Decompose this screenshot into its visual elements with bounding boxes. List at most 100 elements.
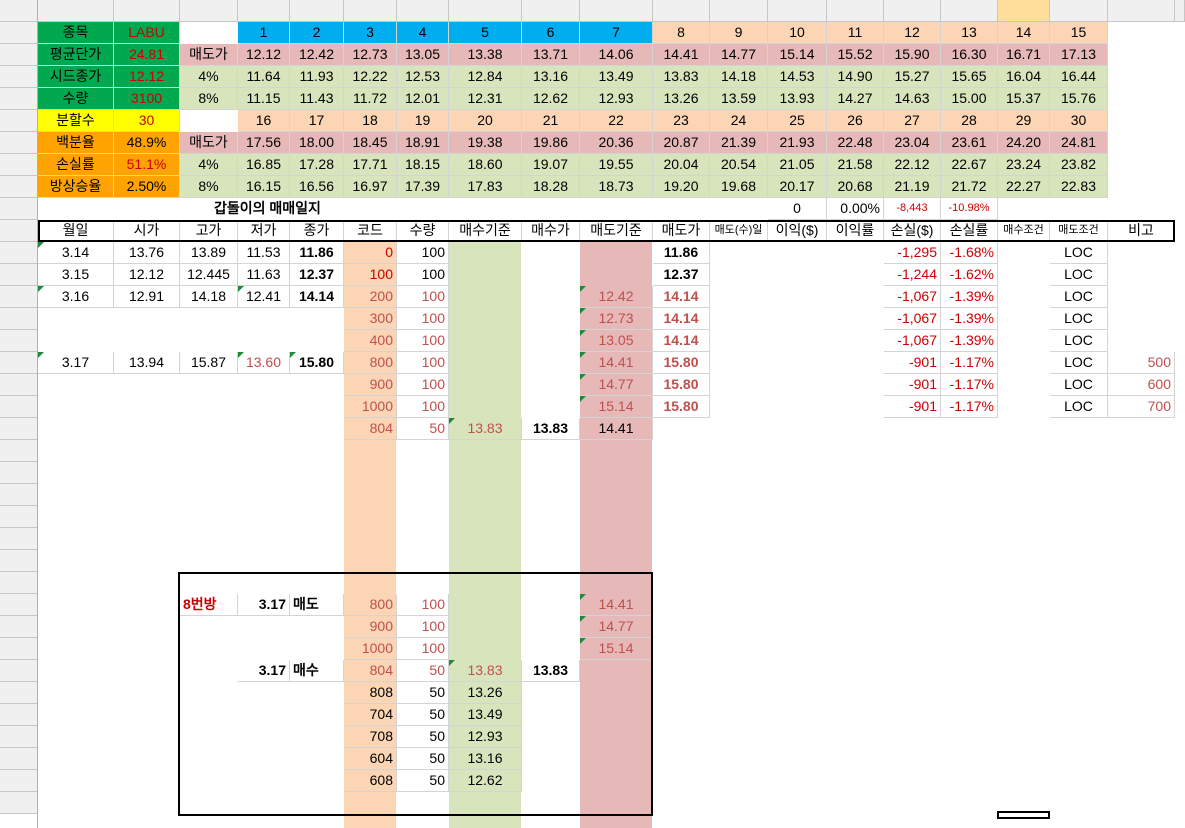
cell-j29[interactable]: 15.14	[580, 638, 653, 660]
cell-f16[interactable]: 800	[344, 352, 397, 374]
column-header-h[interactable]	[449, 0, 522, 22]
cell-k2[interactable]: 14.41	[653, 44, 710, 66]
row-header-8[interactable]	[0, 176, 38, 198]
cell-e5[interactable]: 17	[290, 110, 344, 132]
cell-d5[interactable]: 16	[238, 110, 290, 132]
cell-k12[interactable]: 12.37	[653, 264, 710, 286]
cell-e11[interactable]: 11.86	[290, 242, 344, 264]
cell-a16[interactable]: 3.17	[38, 352, 114, 374]
cell-j7[interactable]: 19.55	[580, 154, 653, 176]
cell-l4[interactable]: 13.59	[710, 88, 768, 110]
cell-i19[interactable]: 13.83	[522, 418, 580, 440]
column-header-l[interactable]	[710, 0, 768, 22]
cell-b10[interactable]: 시가	[114, 220, 180, 242]
cell-i1[interactable]: 6	[522, 22, 580, 44]
cell-l5[interactable]: 24	[710, 110, 768, 132]
cell-k14[interactable]: 14.14	[653, 308, 710, 330]
cell-g32[interactable]: 50	[397, 704, 449, 726]
cell-j6[interactable]: 20.36	[580, 132, 653, 154]
column-header-q[interactable]	[998, 0, 1050, 22]
column-header-n[interactable]	[827, 0, 884, 22]
cell-r12[interactable]: LOC	[1050, 264, 1108, 286]
cell-f12[interactable]: 100	[344, 264, 397, 286]
cell-l7[interactable]: 20.54	[710, 154, 768, 176]
cell-p9[interactable]: -10.98%	[941, 198, 998, 220]
cell-o6[interactable]: 23.04	[884, 132, 941, 154]
cell-c16[interactable]: 15.87	[180, 352, 238, 374]
cell-r1[interactable]: 15	[1050, 22, 1108, 44]
row-header-2[interactable]	[0, 44, 38, 66]
cell-j10[interactable]: 매도기준	[580, 220, 653, 242]
cell-f30[interactable]: 804	[344, 660, 397, 682]
cell-d13[interactable]: 12.41	[238, 286, 290, 308]
cell-j13[interactable]: 12.42	[580, 286, 653, 308]
row-header-11[interactable]	[0, 242, 38, 264]
cell-k13[interactable]: 14.14	[653, 286, 710, 308]
cell-j16[interactable]: 14.41	[580, 352, 653, 374]
cell-f13[interactable]: 200	[344, 286, 397, 308]
cell-j2[interactable]: 14.06	[580, 44, 653, 66]
row-header-7[interactable]	[0, 154, 38, 176]
spreadsheet-grid[interactable]: 종목 LABU 1 2 3 4 5 6 7 8 9 10 11 12 13 14 15 평균단가 24.81 매도가 1…	[0, 0, 1185, 828]
select-all-corner[interactable]	[0, 0, 38, 22]
cell-d4[interactable]: 11.15	[238, 88, 290, 110]
cell-g10[interactable]: 수량	[397, 220, 449, 242]
cell-n6[interactable]: 22.48	[827, 132, 884, 154]
cell-b7[interactable]: 51.1%	[114, 154, 180, 176]
cell-k7[interactable]: 20.04	[653, 154, 710, 176]
cell-i4[interactable]: 12.62	[522, 88, 580, 110]
column-header-s[interactable]	[1108, 0, 1175, 22]
cell-r15[interactable]: LOC	[1050, 330, 1108, 352]
cell-p10[interactable]: 손실률	[941, 220, 998, 242]
cell-b1[interactable]: LABU	[114, 22, 180, 44]
cell-l3[interactable]: 14.18	[710, 66, 768, 88]
cell-p7[interactable]: 22.67	[941, 154, 998, 176]
cell-a8[interactable]: 방상승율	[38, 176, 114, 198]
cell-g2[interactable]: 13.05	[397, 44, 449, 66]
cell-g31[interactable]: 50	[397, 682, 449, 704]
cell-i5[interactable]: 21	[522, 110, 580, 132]
cell-i2[interactable]: 13.71	[522, 44, 580, 66]
cell-o5[interactable]: 27	[884, 110, 941, 132]
cell-e6[interactable]: 18.00	[290, 132, 344, 154]
cell-e1[interactable]: 2	[290, 22, 344, 44]
cell-c3[interactable]: 4%	[180, 66, 238, 88]
cell-p18[interactable]: -1.17%	[941, 396, 998, 418]
row-header-13[interactable]	[0, 286, 38, 308]
row-header-25[interactable]	[0, 550, 38, 572]
cell-k8[interactable]: 19.20	[653, 176, 710, 198]
cell-o9[interactable]: -8,443	[884, 198, 941, 220]
cell-b11[interactable]: 13.76	[114, 242, 180, 264]
cell-g1[interactable]: 4	[397, 22, 449, 44]
cell-h1[interactable]: 5	[449, 22, 522, 44]
row-header-10[interactable]	[0, 220, 38, 242]
row-header-6[interactable]	[0, 132, 38, 154]
cell-m9[interactable]: 0	[768, 198, 827, 220]
cell-h3[interactable]: 12.84	[449, 66, 522, 88]
cell-g33[interactable]: 50	[397, 726, 449, 748]
cell-d10[interactable]: 저가	[238, 220, 290, 242]
cell-b6[interactable]: 48.9%	[114, 132, 180, 154]
cell-r6[interactable]: 24.81	[1050, 132, 1108, 154]
cell-f3[interactable]: 12.22	[344, 66, 397, 88]
row-header-17[interactable]	[0, 374, 38, 396]
cell-d2[interactable]: 12.12	[238, 44, 290, 66]
cell-q6[interactable]: 24.20	[998, 132, 1050, 154]
cell-g19[interactable]: 50	[397, 418, 449, 440]
cell-p11[interactable]: -1.68%	[941, 242, 998, 264]
cell-a10[interactable]: 월일	[38, 220, 114, 242]
row-header-21[interactable]	[0, 462, 38, 484]
row-header-26[interactable]	[0, 572, 38, 594]
cell-f19[interactable]: 804	[344, 418, 397, 440]
cell-o8[interactable]: 21.19	[884, 176, 941, 198]
cell-d11[interactable]: 11.53	[238, 242, 290, 264]
cell-l6[interactable]: 21.39	[710, 132, 768, 154]
cell-s17[interactable]: 600	[1108, 374, 1175, 396]
cell-p17[interactable]: -1.17%	[941, 374, 998, 396]
cell-h34[interactable]: 13.16	[449, 748, 522, 770]
row-header-14[interactable]	[0, 308, 38, 330]
row-header-18[interactable]	[0, 396, 38, 418]
cell-p8[interactable]: 21.72	[941, 176, 998, 198]
cell-m8[interactable]: 20.17	[768, 176, 827, 198]
cell-k10[interactable]: 매도가	[653, 220, 710, 242]
